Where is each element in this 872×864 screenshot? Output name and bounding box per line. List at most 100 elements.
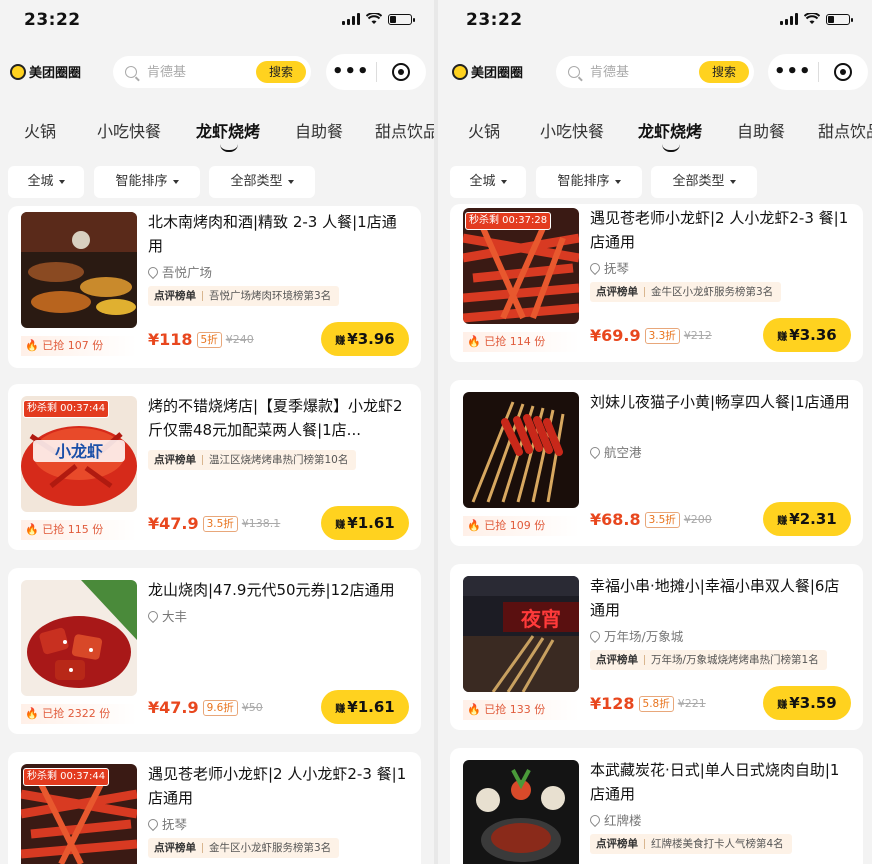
- deal-card[interactable]: 本武藏炭花·日式|单人日式烧肉自助|1店通用 红牌楼 点评榜单 红牌楼美食打卡人气…: [450, 748, 863, 864]
- flash-sale-badge: 秒杀剩 00:37:44: [23, 400, 110, 418]
- right-screen: 23:22 美团圈圈 搜索 ••• 火锅 小吃快餐 龙虾烧烤 自助餐 甜点饮品 …: [438, 0, 872, 864]
- filter-city[interactable]: 全城: [8, 166, 84, 198]
- rank-tag: 点评榜单: [154, 842, 196, 854]
- deal-card[interactable]: 北木南烤肉和酒|精致 2-3 人餐|1店通用 吾悦广场 点评榜单 吾悦广场烤肉环境…: [8, 206, 421, 368]
- location-pin-icon: [145, 264, 161, 279]
- rank-tag: 点评榜单: [596, 286, 638, 298]
- price-row: ¥68.8 3.5折 ¥200: [590, 510, 712, 529]
- earn-button[interactable]: 赚 ¥2.31: [763, 502, 851, 536]
- status-bar: 23:22: [0, 0, 434, 40]
- deal-card[interactable]: 小龙虾 秒杀剩 00:37:44 烤的不错烧烤店|【夏季爆款】小龙虾2斤仅需48…: [8, 384, 421, 550]
- location-pin-icon: [145, 816, 161, 831]
- deal-title: 龙山烧肉|47.9元代50元券|12店通用: [148, 581, 395, 599]
- deal-price: ¥118: [148, 330, 193, 349]
- search-bar[interactable]: 搜索: [113, 56, 311, 88]
- deal-location: 抚琴: [587, 258, 630, 277]
- filter-bar: 全城 智能排序 全部类型: [438, 166, 872, 198]
- earn-prefix: 赚: [335, 520, 346, 531]
- filter-sort[interactable]: 智能排序: [94, 166, 200, 198]
- original-price: ¥240: [225, 333, 254, 346]
- thumb-sign-text: 夜宵: [520, 607, 561, 631]
- location-label: 抚琴: [604, 261, 630, 276]
- search-button[interactable]: 搜索: [256, 61, 306, 83]
- location-label: 航空港: [604, 445, 642, 460]
- flash-sale-badge: 秒杀剩 00:37:28: [465, 212, 552, 230]
- close-target-button[interactable]: [818, 63, 868, 81]
- deal-price: ¥47.9: [148, 698, 199, 717]
- deal-title: 烤的不错烧烤店|【夏季爆款】小龙虾2斤仅需48元加配菜两人餐|1店...: [148, 397, 403, 439]
- close-target-button[interactable]: [376, 63, 426, 81]
- earn-prefix: 赚: [335, 336, 346, 347]
- left-screen: 23:22 美团圈圈 搜索 ••• 火锅 小吃快餐 龙虾烧烤 自助餐 甜点饮品 …: [0, 0, 434, 864]
- deal-card[interactable]: 夜宵 幸福小串·地摊小|幸福小串双人餐|6店通用 万年场/万象城 点评榜单 万年场…: [450, 564, 863, 730]
- rank-badge: 点评榜单 吾悦广场烤肉环境榜第3名: [148, 286, 340, 306]
- deal-card[interactable]: 龙山烧肉|47.9元代50元券|12店通用 大丰 🔥 已抢 2322 份 ¥47…: [8, 568, 421, 734]
- deal-price: ¥69.9: [590, 326, 641, 345]
- discount-badge: 3.5折: [644, 511, 680, 528]
- svg-text:小龙虾: 小龙虾: [55, 442, 103, 461]
- deal-location: 抚琴: [145, 814, 187, 833]
- deal-card[interactable]: 刘妹儿夜猫子小黄|畅享四人餐|1店通用 航空港 🔥 已抢 109 份 ¥68.8…: [450, 380, 863, 546]
- earn-button[interactable]: 赚 ¥1.61: [321, 506, 409, 540]
- search-button[interactable]: 搜索: [699, 61, 749, 83]
- filter-sort[interactable]: 智能排序: [536, 166, 642, 198]
- tab-desserts[interactable]: 甜点饮品: [375, 118, 434, 142]
- sold-label: 已抢 133 份: [484, 703, 546, 716]
- tab-buffet[interactable]: 自助餐: [295, 118, 343, 142]
- tab-hotpot[interactable]: 火锅: [468, 118, 500, 142]
- tab-hotpot[interactable]: 火锅: [24, 118, 56, 142]
- deal-title: 北木南烤肉和酒|精致 2-3 人餐|1店通用: [148, 213, 397, 255]
- deal-image: [21, 580, 137, 696]
- sold-label: 已抢 107 份: [42, 339, 104, 352]
- discount-badge: 3.3折: [644, 327, 680, 344]
- earn-button[interactable]: 赚 ¥3.36: [763, 318, 851, 352]
- earn-amount: ¥1.61: [347, 698, 395, 716]
- earn-button[interactable]: 赚 ¥1.61: [321, 690, 409, 724]
- system-icons: [342, 13, 415, 25]
- more-icon[interactable]: •••: [326, 54, 376, 90]
- target-icon: [392, 63, 411, 81]
- original-price: ¥50: [241, 701, 263, 714]
- deal-card[interactable]: 秒杀剩 00:37:44 遇见苍老师小龙虾|2 人小龙虾2-3 餐|1店通用 抚…: [8, 752, 421, 864]
- rank-text: 金牛区小龙虾服务榜第3名: [651, 286, 774, 298]
- earn-button[interactable]: 赚 ¥3.96: [321, 322, 409, 356]
- deal-card[interactable]: 秒杀剩 00:37:28 遇见苍老师小龙虾|2 人小龙虾2-3 餐|1店通用 抚…: [450, 204, 863, 362]
- earn-prefix: 赚: [777, 700, 788, 711]
- sold-count: 🔥 已抢 114 份: [463, 332, 579, 352]
- more-icon[interactable]: •••: [768, 54, 818, 90]
- deal-image: [21, 212, 137, 328]
- tab-desserts[interactable]: 甜点饮品: [818, 118, 872, 142]
- tab-snacks[interactable]: 小吃快餐: [97, 118, 161, 142]
- category-tabs: 火锅 小吃快餐 龙虾烧烤 自助餐 甜点饮品: [438, 118, 872, 152]
- filter-type[interactable]: 全部类型: [651, 166, 757, 198]
- logo-icon: [452, 63, 468, 80]
- filter-type-label: 全部类型: [230, 174, 283, 189]
- filter-city[interactable]: 全城: [450, 166, 526, 198]
- rank-tag: 点评榜单: [596, 838, 638, 850]
- caret-down-icon: [287, 179, 294, 184]
- tab-crayfish-bbq[interactable]: 龙虾烧烤: [638, 118, 702, 142]
- filter-city-label: 全城: [469, 174, 496, 189]
- sold-label: 已抢 115 份: [42, 523, 104, 536]
- wifi-icon: [804, 13, 820, 24]
- rank-text: 吾悦广场烤肉环境榜第3名: [209, 290, 332, 302]
- deal-location: 航空港: [587, 442, 642, 461]
- search-input[interactable]: [145, 63, 249, 81]
- tab-buffet[interactable]: 自助餐: [737, 118, 785, 142]
- mini-program-capsule: •••: [768, 54, 868, 90]
- search-input[interactable]: [588, 63, 692, 81]
- earn-amount: ¥3.59: [789, 694, 837, 712]
- search-bar[interactable]: 搜索: [556, 56, 754, 88]
- search-icon: [568, 66, 580, 78]
- top-bar: 美团圈圈 搜索 •••: [0, 52, 434, 92]
- battery-icon: [388, 13, 415, 25]
- filter-type[interactable]: 全部类型: [209, 166, 315, 198]
- earn-amount: ¥2.31: [789, 510, 837, 528]
- tab-snacks[interactable]: 小吃快餐: [540, 118, 604, 142]
- tab-crayfish-bbq[interactable]: 龙虾烧烤: [196, 118, 260, 142]
- earn-prefix: 赚: [335, 704, 346, 715]
- status-time: 23:22: [466, 10, 523, 30]
- filter-sort-label: 智能排序: [115, 174, 168, 189]
- earn-button[interactable]: 赚 ¥3.59: [763, 686, 851, 720]
- price-row: ¥128 5.8折 ¥221: [590, 694, 706, 713]
